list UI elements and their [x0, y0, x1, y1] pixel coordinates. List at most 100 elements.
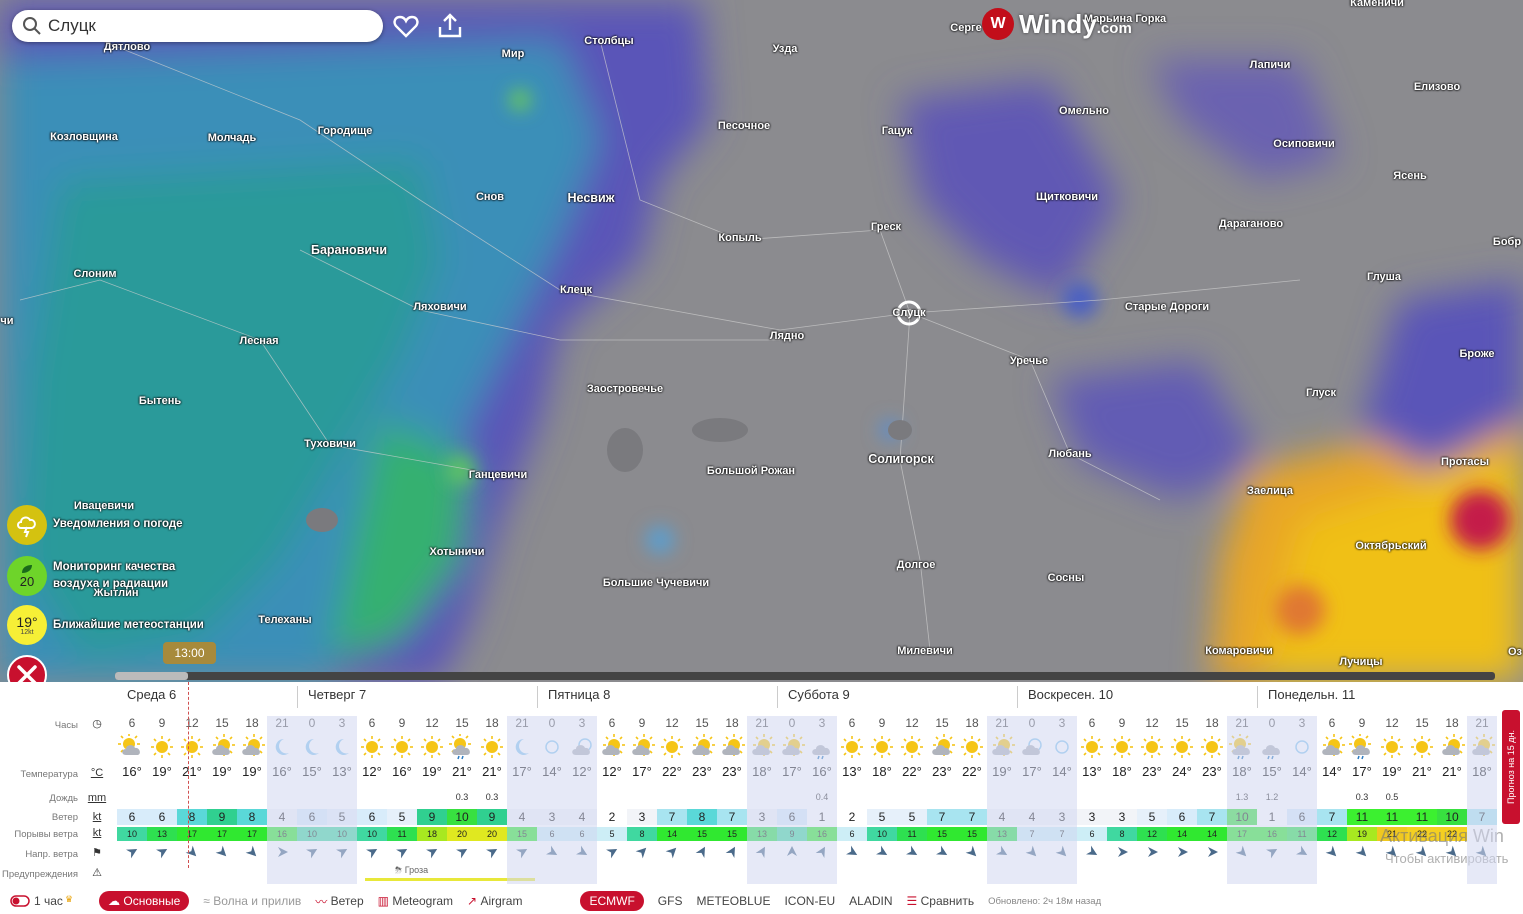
city-label[interactable]: Елизово: [1414, 81, 1460, 93]
model-aladin[interactable]: ALADIN: [849, 894, 892, 908]
city-label[interactable]: Глуша: [1367, 271, 1401, 283]
city-label[interactable]: Омельно: [1059, 105, 1109, 117]
night-band: [1467, 716, 1497, 884]
tab-wind[interactable]: 〰 Ветер: [315, 893, 363, 910]
city-label[interactable]: Клецк: [560, 284, 592, 296]
city-label[interactable]: Милевичи: [897, 645, 953, 657]
wind-unit[interactable]: kt: [84, 811, 110, 823]
city-label[interactable]: Мир: [502, 48, 525, 60]
day-header[interactable]: Четверг 7: [297, 686, 366, 708]
city-label[interactable]: Молчадь: [208, 132, 257, 144]
city-label[interactable]: Заостровечье: [587, 383, 663, 395]
row-label-hours: Часы: [54, 720, 78, 731]
city-label[interactable]: Сосны: [1048, 572, 1085, 584]
tab-airgram[interactable]: ↗ Airgram: [467, 894, 522, 908]
heart-icon[interactable]: [392, 12, 420, 40]
city-label[interactable]: Броже: [1460, 348, 1495, 360]
model-icon-eu[interactable]: ICON-EU: [784, 894, 835, 908]
city-label[interactable]: Городище: [318, 125, 373, 137]
city-label[interactable]: Заелица: [1247, 485, 1293, 497]
city-label[interactable]: Оз: [1508, 646, 1522, 658]
city-label[interactable]: Дараганово: [1219, 218, 1283, 230]
city-label[interactable]: Лядно: [770, 330, 804, 342]
city-label[interactable]: Дятлово: [104, 41, 150, 53]
day-header[interactable]: Пятница 8: [537, 686, 610, 708]
leaf-icon: [22, 564, 32, 573]
model-ecmwf[interactable]: ECMWF: [580, 891, 644, 911]
nearby-stations-label[interactable]: Ближайшие метеостанции: [53, 617, 204, 634]
compare-button[interactable]: ☰ Сравнить: [907, 894, 975, 908]
rain-unit[interactable]: mm: [84, 792, 110, 804]
weather-alerts-button[interactable]: [7, 505, 47, 545]
city-label[interactable]: Лесная: [240, 335, 279, 347]
city-label[interactable]: Лучицы: [1339, 656, 1382, 668]
city-label[interactable]: Козловщина: [50, 131, 118, 143]
city-label[interactable]: Ясень: [1393, 170, 1427, 182]
day-header[interactable]: Среда 6: [117, 686, 176, 708]
long-forecast-button[interactable]: Прогноз на 15 дн.: [1502, 710, 1520, 824]
city-label[interactable]: Комаровичи: [1205, 645, 1273, 657]
gust-cell: 18: [417, 827, 447, 841]
tab-waves[interactable]: ≈ Волна и прилив: [203, 894, 301, 908]
city-label[interactable]: Слуцк: [892, 307, 925, 319]
city-label[interactable]: Большой Рожан: [707, 465, 795, 477]
city-label[interactable]: Ивацевичи: [74, 500, 134, 512]
city-label[interactable]: Глуск: [1306, 387, 1336, 399]
city-label[interactable]: Барановичи: [311, 243, 387, 257]
city-label[interactable]: Бытень: [139, 395, 181, 407]
city-label[interactable]: чи: [0, 315, 13, 327]
city-label[interactable]: Ляховичи: [413, 301, 466, 313]
day-header[interactable]: Суббота 9: [777, 686, 850, 708]
weather-map[interactable]: Дятлово Мир Столбцы Узда Серге Марьина Горка К…: [0, 0, 1523, 682]
city-label[interactable]: Телеханы: [258, 614, 311, 626]
city-label[interactable]: Бобр: [1493, 236, 1521, 248]
city-label[interactable]: Хотыничи: [430, 546, 485, 558]
timeline-time-bubble[interactable]: 13:00: [163, 642, 216, 664]
model-meteoblue[interactable]: METEOBLUE: [696, 894, 770, 908]
city-label[interactable]: Уречье: [1010, 355, 1048, 367]
city-label[interactable]: Щитковичи: [1036, 191, 1098, 203]
city-label[interactable]: Лапичи: [1250, 59, 1291, 71]
city-label[interactable]: Ганцевичи: [469, 469, 527, 481]
city-label[interactable]: Гацук: [882, 125, 913, 137]
wind-cell: 8: [687, 809, 717, 825]
search-box[interactable]: [12, 10, 383, 42]
city-label[interactable]: Осиповичи: [1273, 138, 1334, 150]
city-label[interactable]: Долгое: [897, 559, 936, 571]
city-label[interactable]: Копыль: [718, 232, 761, 244]
gust-unit[interactable]: kt: [84, 827, 110, 839]
wind-cell: 8: [177, 809, 207, 825]
nearby-stations-button[interactable]: 19° 12kt: [7, 605, 47, 645]
city-label[interactable]: Несвиж: [568, 191, 615, 205]
city-label[interactable]: Столбцы: [584, 35, 633, 47]
air-quality-button[interactable]: 20: [7, 556, 47, 596]
weather-alerts-label[interactable]: Уведомления о погоде: [53, 516, 183, 533]
city-label[interactable]: Октябрьский: [1355, 540, 1426, 552]
city-label[interactable]: Старые Дороги: [1125, 301, 1209, 313]
city-label[interactable]: Слоним: [73, 268, 116, 280]
day-header[interactable]: Воскресен. 10: [1017, 686, 1113, 708]
city-label[interactable]: Греск: [871, 221, 901, 233]
air-quality-label[interactable]: Мониторинг качества воздуха и радиации: [53, 559, 193, 593]
city-label[interactable]: Протасы: [1441, 456, 1489, 468]
tab-basic[interactable]: ☁ Основные: [99, 891, 190, 911]
city-label[interactable]: Туховичи: [304, 438, 356, 450]
tab-meteogram[interactable]: ▥ Meteogram: [378, 894, 453, 908]
search-input[interactable]: [46, 15, 350, 37]
interval-toggle[interactable]: 1 час ♛: [10, 894, 73, 908]
timeline-bar[interactable]: [115, 672, 1495, 680]
city-label[interactable]: Каменичи: [1350, 0, 1404, 9]
city-label[interactable]: Песочное: [718, 120, 770, 132]
temp-unit[interactable]: °C: [84, 767, 110, 779]
windy-logo[interactable]: W Windy .com: [982, 8, 1132, 40]
city-label[interactable]: Серге: [950, 22, 981, 34]
day-header[interactable]: Понедельн. 11: [1257, 686, 1355, 708]
wind-cell: 7: [957, 809, 987, 825]
city-label[interactable]: Снов: [476, 191, 504, 203]
city-label[interactable]: Большие Чучевичи: [603, 577, 709, 589]
city-label[interactable]: Любань: [1048, 448, 1091, 460]
city-label[interactable]: Солигорск: [868, 452, 934, 466]
model-gfs[interactable]: GFS: [658, 894, 683, 908]
share-icon[interactable]: [436, 12, 464, 40]
city-label[interactable]: Узда: [773, 43, 798, 55]
